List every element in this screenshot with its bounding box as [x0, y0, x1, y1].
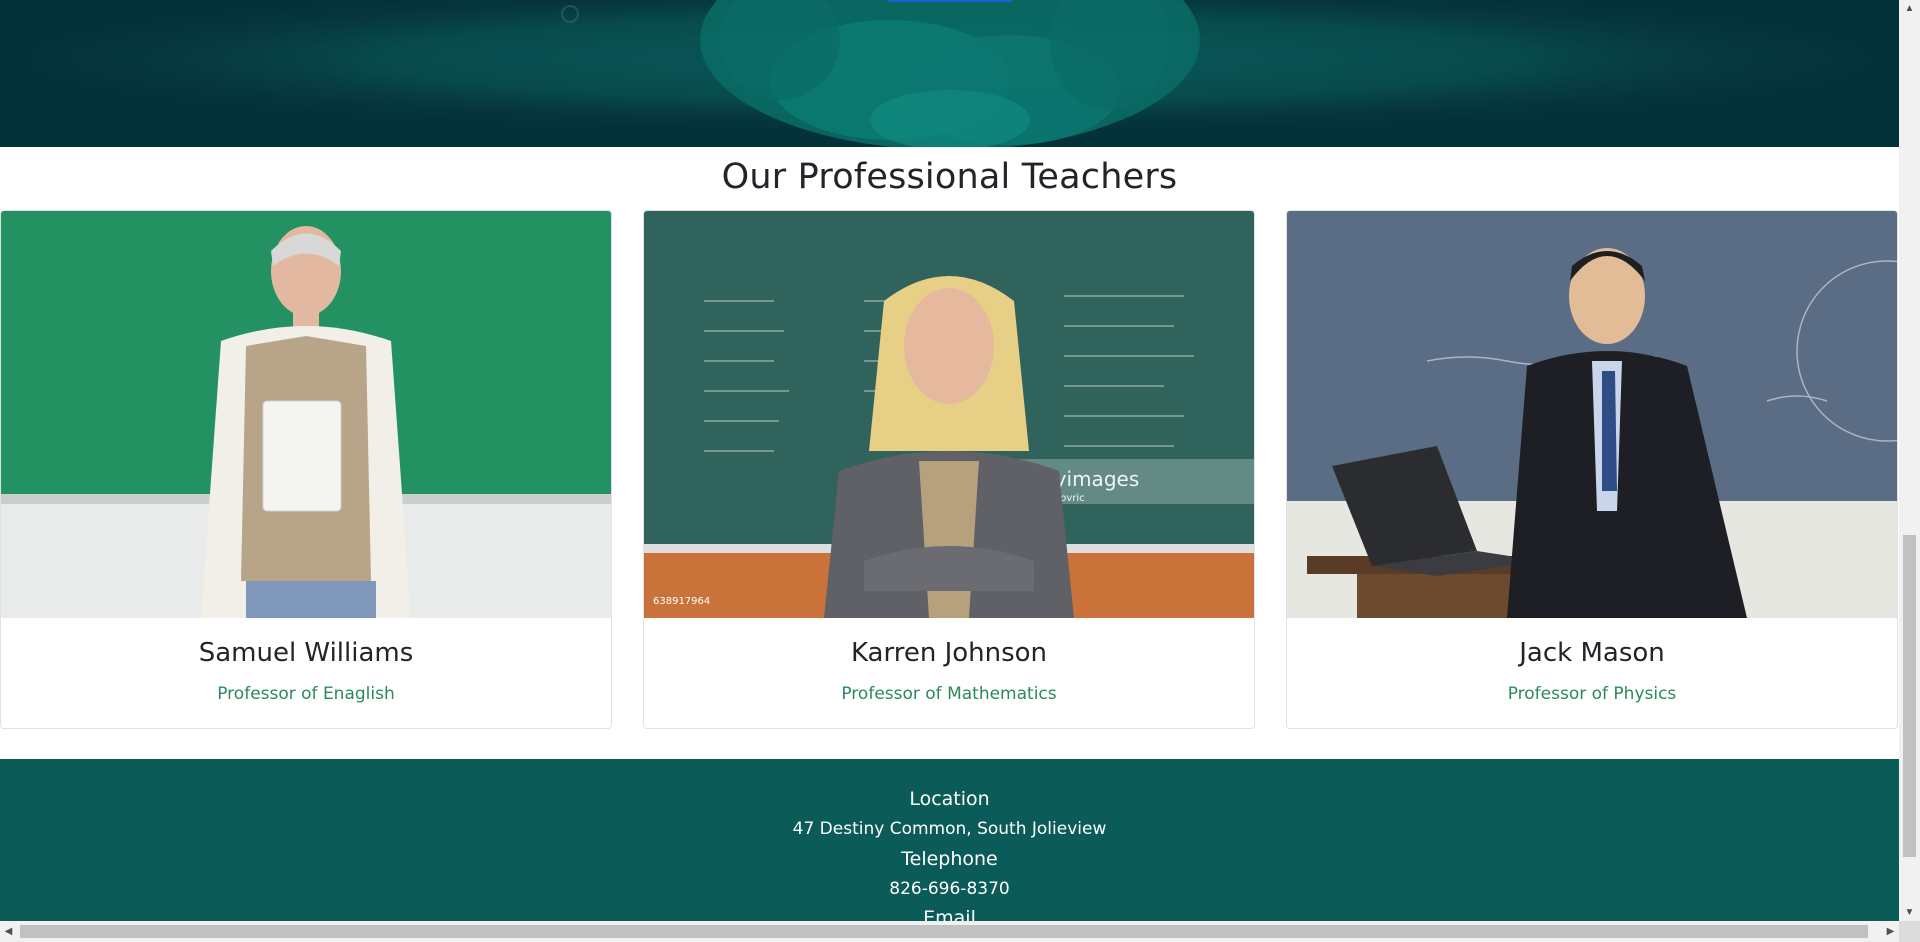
horizontal-scroll-thumb[interactable] [20, 925, 1868, 938]
hero-banner [0, 0, 1899, 147]
section-title: Our Professional Teachers [721, 157, 1178, 197]
teacher-name: Samuel Williams [198, 638, 414, 668]
teacher-role: Professor of Physics [1507, 684, 1677, 704]
scroll-right-arrow-icon[interactable]: ▶ [1882, 921, 1899, 942]
teacher-photo: gettyimages Drazen Lovric 638917964 [644, 211, 1254, 618]
vertical-scrollbar[interactable]: ▲ ▼ [1899, 0, 1920, 921]
teacher-card[interactable]: gettyimages Drazen Lovric 638917964 Karr… [643, 210, 1255, 729]
teacher-cards: Samuel Williams Professor of Enaglish ge… [0, 210, 1899, 729]
footer-telephone-label: Telephone [901, 848, 998, 870]
footer: Location 47 Destiny Common, South Joliev… [0, 759, 1899, 921]
scroll-up-arrow-icon[interactable]: ▲ [1899, 0, 1920, 17]
scroll-down-arrow-icon[interactable]: ▼ [1899, 904, 1920, 921]
teacher-name: Jack Mason [1519, 638, 1665, 668]
teacher-photo [1287, 211, 1897, 618]
teacher-role: Professor of Mathematics [841, 684, 1057, 704]
footer-email-label: Email [923, 907, 976, 921]
footer-location-label: Location [909, 788, 990, 810]
footer-location-value: 47 Destiny Common, South Jolieview [792, 819, 1107, 839]
teacher-name: Karren Johnson [850, 638, 1048, 668]
hero-ink-smoke-image [0, 0, 1899, 147]
image-id-label: 638917964 [653, 596, 710, 607]
teacher-photo [1, 211, 611, 618]
teacher-card[interactable]: Jack Mason Professor of Physics [1286, 210, 1898, 729]
teacher-card[interactable]: Samuel Williams Professor of Enaglish [0, 210, 612, 729]
scrollbar-corner [1899, 921, 1920, 942]
horizontal-scrollbar[interactable]: ◀ ▶ [0, 921, 1899, 942]
page-viewport: Our Professional Teachers Samuel William… [0, 0, 1899, 921]
hero-cta-button[interactable] [885, 0, 1015, 2]
vertical-scroll-thumb[interactable] [1903, 535, 1916, 857]
scroll-left-arrow-icon[interactable]: ◀ [0, 921, 17, 942]
teacher-role: Professor of Enaglish [217, 684, 395, 704]
footer-telephone-value: 826-696-8370 [889, 879, 1010, 899]
